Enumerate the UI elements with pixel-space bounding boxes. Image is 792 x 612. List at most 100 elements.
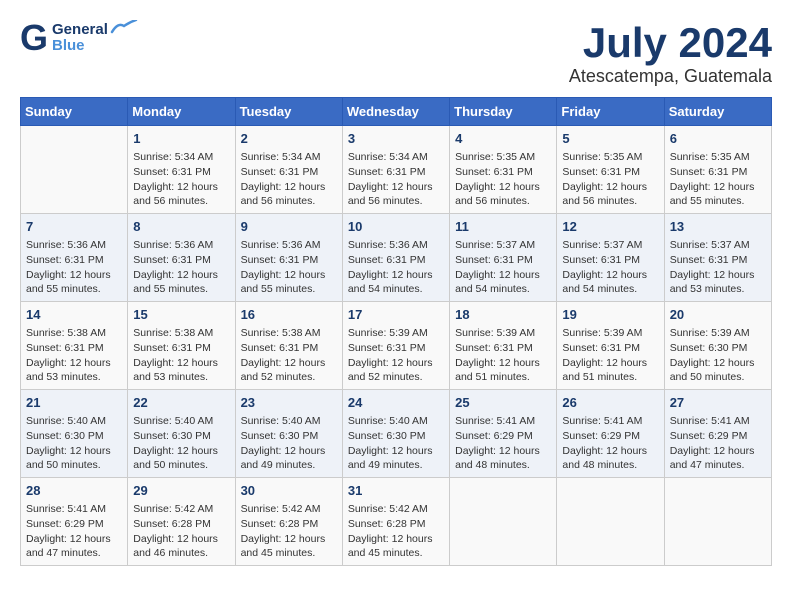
calendar-day-cell: 15Sunrise: 5:38 AM Sunset: 6:31 PM Dayli… (128, 302, 235, 390)
weekday-header-wednesday: Wednesday (342, 98, 449, 126)
calendar-day-cell: 9 Sunrise: 5:36 AM Sunset: 6:31 PM Daylig… (235, 214, 342, 302)
calendar-day-cell: 18 Sunrise: 5:39 AM Sunset: 6:31 PM Dayli… (450, 302, 557, 390)
day-number: 30 (241, 482, 337, 500)
day-number: 18 (455, 306, 551, 324)
day-number: 26 (562, 394, 658, 412)
calendar-day-cell: 25Sunrise: 5:41 AM Sunset: 6:29 PM Dayli… (450, 390, 557, 478)
day-number: 5 (562, 130, 658, 148)
location-subtitle: Atescatempa, Guatemala (569, 66, 772, 87)
day-number: 29 (133, 482, 229, 500)
weekday-header-sunday: Sunday (21, 98, 128, 126)
day-number: 19 (562, 306, 658, 324)
logo-g-letter: G (20, 20, 48, 56)
day-number: 4 (455, 130, 551, 148)
calendar-day-cell (664, 477, 771, 565)
day-info-text: Sunrise: 5:35 AM Sunset: 6:31 PM Dayligh… (562, 150, 658, 209)
day-info-text: Sunrise: 5:40 AM Sunset: 6:30 PM Dayligh… (348, 414, 444, 473)
logo-blue-text: Blue (52, 38, 85, 55)
day-info-text: Sunrise: 5:38 AM Sunset: 6:31 PM Dayligh… (26, 326, 122, 385)
calendar-day-cell: 8Sunrise: 5:36 AM Sunset: 6:31 PM Daylig… (128, 214, 235, 302)
day-number: 3 (348, 130, 444, 148)
day-info-text: Sunrise: 5:40 AM Sunset: 6:30 PM Dayligh… (241, 414, 337, 473)
day-number: 8 (133, 218, 229, 236)
day-number: 11 (455, 218, 551, 236)
day-number: 1 (133, 130, 229, 148)
day-number: 24 (348, 394, 444, 412)
calendar-day-cell: 24 Sunrise: 5:40 AM Sunset: 6:30 PM Dayli… (342, 390, 449, 478)
month-year-title: July 2024 (569, 20, 772, 66)
day-info-text: Sunrise: 5:42 AM Sunset: 6:28 PM Dayligh… (348, 502, 444, 561)
day-info-text: Sunrise: 5:36 AM Sunset: 6:31 PM Dayligh… (241, 238, 337, 297)
day-info-text: Sunrise: 5:34 AM Sunset: 6:31 PM Dayligh… (241, 150, 337, 209)
calendar-day-cell: 2 Sunrise: 5:34 AM Sunset: 6:31 PM Daylig… (235, 126, 342, 214)
day-number: 31 (348, 482, 444, 500)
calendar-day-cell: 26Sunrise: 5:41 AM Sunset: 6:29 PM Dayli… (557, 390, 664, 478)
calendar-day-cell: 10Sunrise: 5:36 AM Sunset: 6:31 PM Dayli… (342, 214, 449, 302)
day-number: 17 (348, 306, 444, 324)
calendar-day-cell: 6 Sunrise: 5:35 AM Sunset: 6:31 PM Daylig… (664, 126, 771, 214)
day-info-text: Sunrise: 5:37 AM Sunset: 6:31 PM Dayligh… (455, 238, 551, 297)
day-number: 25 (455, 394, 551, 412)
day-number: 6 (670, 130, 766, 148)
weekday-header-monday: Monday (128, 98, 235, 126)
day-info-text: Sunrise: 5:39 AM Sunset: 6:31 PM Dayligh… (562, 326, 658, 385)
calendar-body: 1 Sunrise: 5:34 AM Sunset: 6:31 PM Daylig… (21, 126, 772, 566)
day-number: 22 (133, 394, 229, 412)
calendar-day-cell: 22 Sunrise: 5:40 AM Sunset: 6:30 PM Dayli… (128, 390, 235, 478)
calendar-day-cell: 29Sunrise: 5:42 AM Sunset: 6:28 PM Dayli… (128, 477, 235, 565)
day-number: 15 (133, 306, 229, 324)
page-header: G General Blue July 2024 Atescatempa, Gu… (20, 20, 772, 87)
weekday-header-tuesday: Tuesday (235, 98, 342, 126)
calendar-day-cell: 17 Sunrise: 5:39 AM Sunset: 6:31 PM Dayli… (342, 302, 449, 390)
day-info-text: Sunrise: 5:40 AM Sunset: 6:30 PM Dayligh… (26, 414, 122, 473)
day-number: 21 (26, 394, 122, 412)
day-info-text: Sunrise: 5:39 AM Sunset: 6:31 PM Dayligh… (348, 326, 444, 385)
day-number: 9 (241, 218, 337, 236)
calendar-day-cell: 4 Sunrise: 5:35 AM Sunset: 6:31 PM Daylig… (450, 126, 557, 214)
day-info-text: Sunrise: 5:37 AM Sunset: 6:31 PM Dayligh… (562, 238, 658, 297)
day-number: 2 (241, 130, 337, 148)
calendar-header: SundayMondayTuesdayWednesdayThursdayFrid… (21, 98, 772, 126)
day-info-text: Sunrise: 5:39 AM Sunset: 6:31 PM Dayligh… (455, 326, 551, 385)
calendar-day-cell: 16Sunrise: 5:38 AM Sunset: 6:31 PM Dayli… (235, 302, 342, 390)
day-info-text: Sunrise: 5:39 AM Sunset: 6:30 PM Dayligh… (670, 326, 766, 385)
calendar-week-row: 21 Sunrise: 5:40 AM Sunset: 6:30 PM Dayli… (21, 390, 772, 478)
calendar-day-cell: 7 Sunrise: 5:36 AM Sunset: 6:31 PM Daylig… (21, 214, 128, 302)
day-number: 28 (26, 482, 122, 500)
logo-general-text: General (52, 22, 108, 39)
calendar-day-cell: 1Sunrise: 5:34 AM Sunset: 6:31 PM Daylig… (128, 126, 235, 214)
day-info-text: Sunrise: 5:40 AM Sunset: 6:30 PM Dayligh… (133, 414, 229, 473)
calendar-week-row: 14 Sunrise: 5:38 AM Sunset: 6:31 PM Dayli… (21, 302, 772, 390)
day-number: 27 (670, 394, 766, 412)
day-info-text: Sunrise: 5:35 AM Sunset: 6:31 PM Dayligh… (670, 150, 766, 209)
calendar-day-cell: 11 Sunrise: 5:37 AM Sunset: 6:31 PM Dayli… (450, 214, 557, 302)
calendar-week-row: 1 Sunrise: 5:34 AM Sunset: 6:31 PM Daylig… (21, 126, 772, 214)
day-info-text: Sunrise: 5:35 AM Sunset: 6:31 PM Dayligh… (455, 150, 551, 209)
title-block: July 2024 Atescatempa, Guatemala (569, 20, 772, 87)
calendar-day-cell (450, 477, 557, 565)
day-info-text: Sunrise: 5:41 AM Sunset: 6:29 PM Dayligh… (26, 502, 122, 561)
weekday-header-saturday: Saturday (664, 98, 771, 126)
calendar-day-cell: 12Sunrise: 5:37 AM Sunset: 6:31 PM Dayli… (557, 214, 664, 302)
day-info-text: Sunrise: 5:42 AM Sunset: 6:28 PM Dayligh… (241, 502, 337, 561)
calendar-day-cell: 21 Sunrise: 5:40 AM Sunset: 6:30 PM Dayli… (21, 390, 128, 478)
day-number: 13 (670, 218, 766, 236)
day-info-text: Sunrise: 5:36 AM Sunset: 6:31 PM Dayligh… (26, 238, 122, 297)
day-info-text: Sunrise: 5:41 AM Sunset: 6:29 PM Dayligh… (670, 414, 766, 473)
day-info-text: Sunrise: 5:34 AM Sunset: 6:31 PM Dayligh… (348, 150, 444, 209)
calendar-day-cell: 14 Sunrise: 5:38 AM Sunset: 6:31 PM Dayli… (21, 302, 128, 390)
calendar-day-cell: 20 Sunrise: 5:39 AM Sunset: 6:30 PM Dayli… (664, 302, 771, 390)
day-info-text: Sunrise: 5:36 AM Sunset: 6:31 PM Dayligh… (348, 238, 444, 297)
calendar-day-cell (21, 126, 128, 214)
day-number: 7 (26, 218, 122, 236)
weekday-header-friday: Friday (557, 98, 664, 126)
calendar-day-cell: 27 Sunrise: 5:41 AM Sunset: 6:29 PM Dayli… (664, 390, 771, 478)
calendar-day-cell: 31 Sunrise: 5:42 AM Sunset: 6:28 PM Dayli… (342, 477, 449, 565)
weekday-header-thursday: Thursday (450, 98, 557, 126)
day-number: 14 (26, 306, 122, 324)
logo: G General Blue (20, 20, 138, 56)
calendar-day-cell: 13Sunrise: 5:37 AM Sunset: 6:31 PM Dayli… (664, 214, 771, 302)
day-number: 23 (241, 394, 337, 412)
calendar-day-cell: 23 Sunrise: 5:40 AM Sunset: 6:30 PM Dayli… (235, 390, 342, 478)
day-number: 20 (670, 306, 766, 324)
